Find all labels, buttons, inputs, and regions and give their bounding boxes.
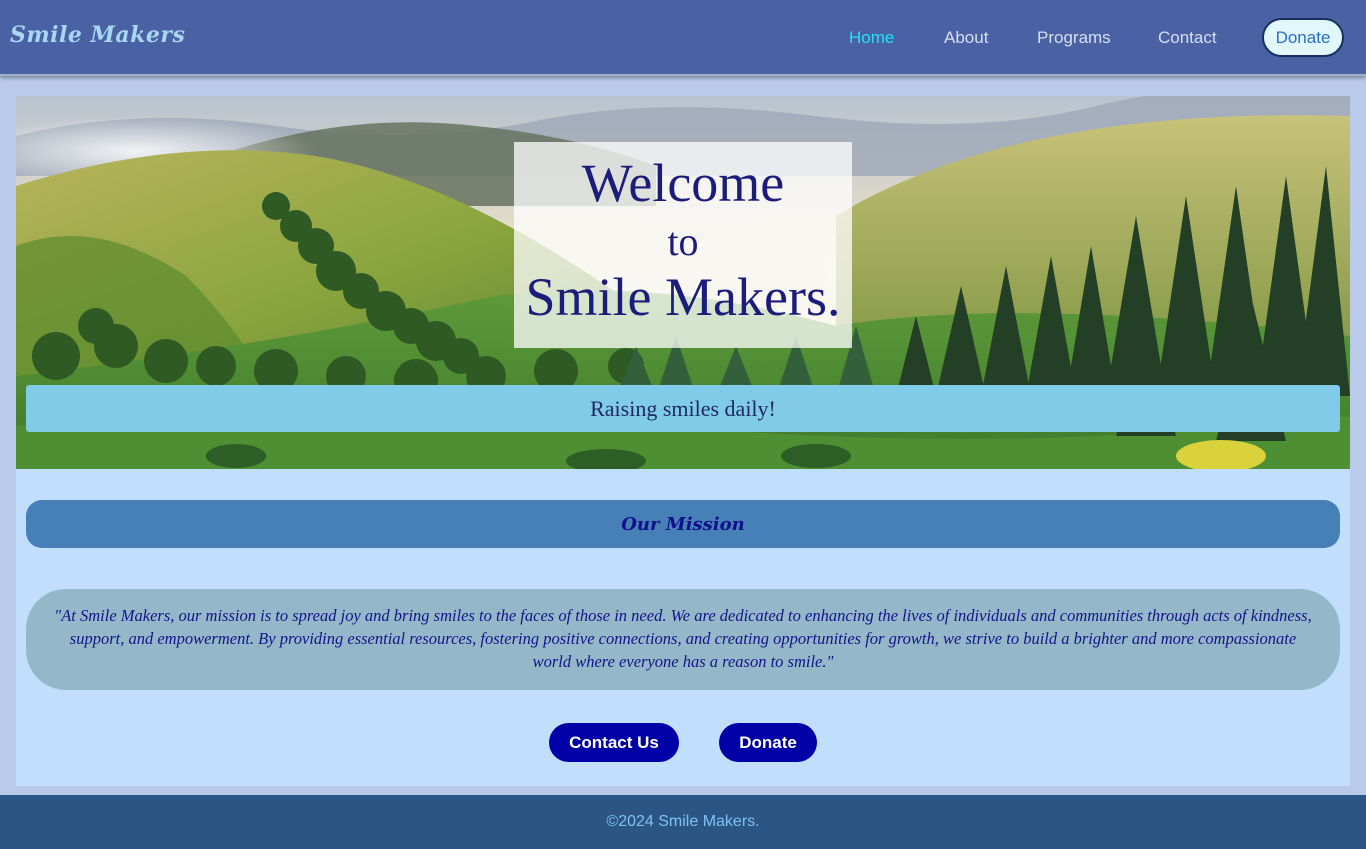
nav-home[interactable]: Home [849, 28, 894, 48]
nav-programs[interactable]: Programs [1037, 28, 1111, 48]
nav-contact[interactable]: Contact [1158, 28, 1217, 48]
welcome-box: Welcome to Smile Makers. [514, 142, 852, 348]
site-logo[interactable]: Smile Makers [10, 22, 185, 48]
nav-donate-button[interactable]: Donate [1262, 18, 1344, 57]
mission-statement: "At Smile Makers, our mission is to spre… [26, 589, 1340, 690]
copyright-text: ©2024 Smile Makers. [606, 813, 760, 830]
mission-heading: Our Mission [26, 500, 1340, 548]
top-navbar: Smile Makers Home About Programs Contact… [0, 0, 1366, 76]
nav-about[interactable]: About [944, 28, 988, 48]
welcome-heading-line1: Welcome [581, 153, 785, 213]
welcome-heading-line2: to [667, 219, 699, 264]
hero-banner: Welcome to Smile Makers. Raising smiles … [16, 96, 1350, 469]
contact-us-button[interactable]: Contact Us [549, 723, 679, 762]
hero-tagline: Raising smiles daily! [26, 385, 1340, 432]
donate-button[interactable]: Donate [719, 723, 817, 762]
main-content: Welcome to Smile Makers. Raising smiles … [16, 96, 1350, 786]
footer: ©2024 Smile Makers. [0, 795, 1366, 849]
welcome-heading-line3: Smile Makers. [525, 267, 841, 327]
